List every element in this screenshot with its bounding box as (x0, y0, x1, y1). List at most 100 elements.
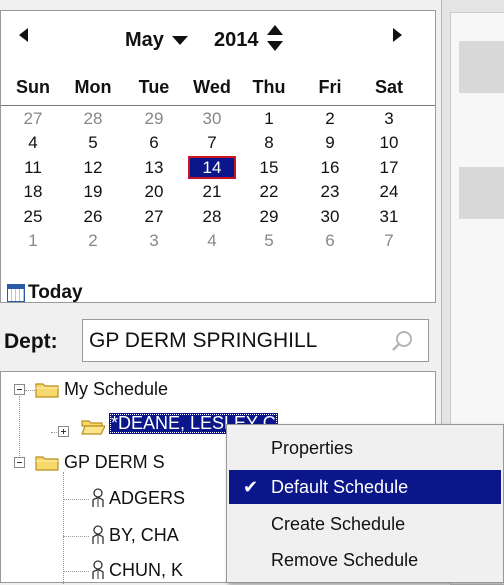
calendar-day[interactable]: 3 (131, 230, 177, 251)
calendar-day[interactable]: 5 (70, 132, 116, 153)
menu-item-default-schedule[interactable]: ✔ Default Schedule (229, 470, 501, 504)
menu-item-remove-schedule[interactable]: Remove Schedule (229, 543, 501, 577)
calendar-day[interactable]: 4 (10, 132, 56, 153)
calendar-day[interactable]: 10 (366, 132, 412, 153)
folder-open-icon (81, 420, 105, 435)
calendar-day[interactable]: 6 (307, 230, 353, 251)
person-icon (92, 525, 104, 544)
tree-line (25, 390, 35, 391)
folder-icon (35, 456, 59, 471)
calendar-day[interactable]: 12 (70, 157, 116, 178)
calendar-day[interactable]: 30 (189, 108, 235, 129)
weekday-label: Sun (16, 77, 50, 97)
collapse-toggle[interactable] (14, 457, 25, 468)
calendar-day[interactable]: 23 (307, 181, 353, 202)
checkmark-icon: ✔ (243, 477, 259, 497)
calendar-day[interactable]: 3 (366, 108, 412, 129)
calendar-day[interactable]: 31 (366, 206, 412, 227)
weekday-label: Sat (374, 77, 403, 97)
calendar-day[interactable]: 20 (131, 181, 177, 202)
month-calendar: May 2014 Sun Mon Tue Wed Thu Fri Sat 27 2… (0, 10, 436, 303)
arrow-left-icon (19, 28, 28, 42)
calendar-day[interactable]: 19 (70, 181, 116, 202)
search-icon[interactable] (390, 329, 414, 353)
calendar-day[interactable]: 29 (131, 108, 177, 129)
menu-item-label: Remove Schedule (271, 550, 419, 570)
calendar-day[interactable]: 22 (246, 181, 292, 202)
menu-item-label: Create Schedule (271, 514, 406, 534)
caret-down-icon (171, 36, 188, 46)
month-label: May (125, 29, 164, 51)
calendar-day[interactable]: 28 (189, 206, 235, 227)
next-month-button[interactable] (393, 25, 411, 45)
prev-month-button[interactable] (19, 25, 37, 45)
weekday-label: Thu (252, 77, 286, 97)
weekday-label: Mon (74, 77, 112, 97)
schedule-header-block (459, 41, 504, 93)
year-up-button[interactable] (267, 25, 283, 35)
calendar-day[interactable]: 2 (307, 108, 353, 129)
calendar-header: May 2014 (1, 11, 435, 66)
calendar-day[interactable]: 17 (366, 157, 412, 178)
tree-node-person[interactable]: CHUN, K (109, 560, 183, 581)
year-label: 2014 (214, 29, 259, 51)
calendar-day[interactable]: 29 (246, 206, 292, 227)
calendar-day[interactable]: 7 (366, 230, 412, 251)
menu-item-create-schedule[interactable]: Create Schedule (229, 507, 501, 541)
menu-item-label: Properties (271, 438, 354, 458)
weekday-label: Tue (138, 77, 170, 97)
calendar-icon (7, 284, 25, 302)
calendar-day[interactable]: 26 (70, 206, 116, 227)
calendar-day[interactable]: 28 (70, 108, 116, 129)
month-dropdown[interactable]: May (125, 29, 188, 52)
today-label: Today (28, 282, 83, 303)
context-menu: Properties ✔ Default Schedule Create Sch… (226, 424, 504, 583)
calendar-day[interactable]: 4 (189, 230, 235, 251)
collapse-toggle[interactable] (14, 384, 25, 395)
calendar-day[interactable]: 27 (131, 206, 177, 227)
menu-item-properties[interactable]: Properties (229, 431, 501, 465)
calendar-day[interactable]: 9 (307, 132, 353, 153)
calendar-day[interactable]: 25 (10, 206, 56, 227)
tree-node-person[interactable]: BY, CHA (109, 525, 179, 546)
tree-line (63, 472, 64, 584)
person-icon (92, 560, 104, 579)
calendar-day[interactable]: 14 (188, 156, 236, 179)
tree-line (19, 396, 20, 458)
weekday-label: Fri (318, 77, 342, 97)
calendar-day[interactable]: 6 (131, 132, 177, 153)
tree-node-dept[interactable]: GP DERM S (64, 452, 165, 473)
weekday-header: Sun Mon Tue Wed Thu Fri Sat (1, 75, 435, 106)
calendar-day[interactable]: 1 (246, 108, 292, 129)
calendar-day[interactable]: 7 (189, 132, 235, 153)
tree-line (63, 499, 89, 500)
calendar-day[interactable]: 1 (10, 230, 56, 251)
arrow-right-icon (393, 28, 402, 42)
calendar-day[interactable]: 24 (366, 181, 412, 202)
dept-input[interactable]: GP DERM SPRINGHILL (82, 319, 429, 362)
folder-icon (35, 383, 59, 398)
calendar-day[interactable]: 2 (70, 230, 116, 251)
calendar-day[interactable]: 13 (131, 157, 177, 178)
person-icon (92, 488, 104, 507)
calendar-day[interactable]: 5 (246, 230, 292, 251)
tree-line (63, 536, 89, 537)
year-spinner (267, 25, 285, 53)
dept-value: GP DERM SPRINGHILL (89, 329, 318, 352)
menu-item-label: Default Schedule (271, 477, 409, 497)
weekday-label: Wed (193, 77, 231, 97)
calendar-day[interactable]: 16 (307, 157, 353, 178)
year-down-button[interactable] (267, 41, 283, 51)
tree-line (63, 571, 89, 572)
calendar-day[interactable]: 30 (307, 206, 353, 227)
calendar-day[interactable]: 15 (246, 157, 292, 178)
calendar-day[interactable]: 11 (10, 157, 56, 178)
expand-toggle[interactable] (58, 426, 69, 437)
tree-node-person[interactable]: ADGERS (109, 488, 185, 509)
calendar-day[interactable]: 21 (189, 181, 235, 202)
calendar-day[interactable]: 8 (246, 132, 292, 153)
tree-node-my-schedule[interactable]: My Schedule (64, 379, 168, 400)
calendar-day[interactable]: 18 (10, 181, 56, 202)
today-button[interactable]: Today (7, 282, 83, 304)
calendar-day[interactable]: 27 (10, 108, 56, 129)
